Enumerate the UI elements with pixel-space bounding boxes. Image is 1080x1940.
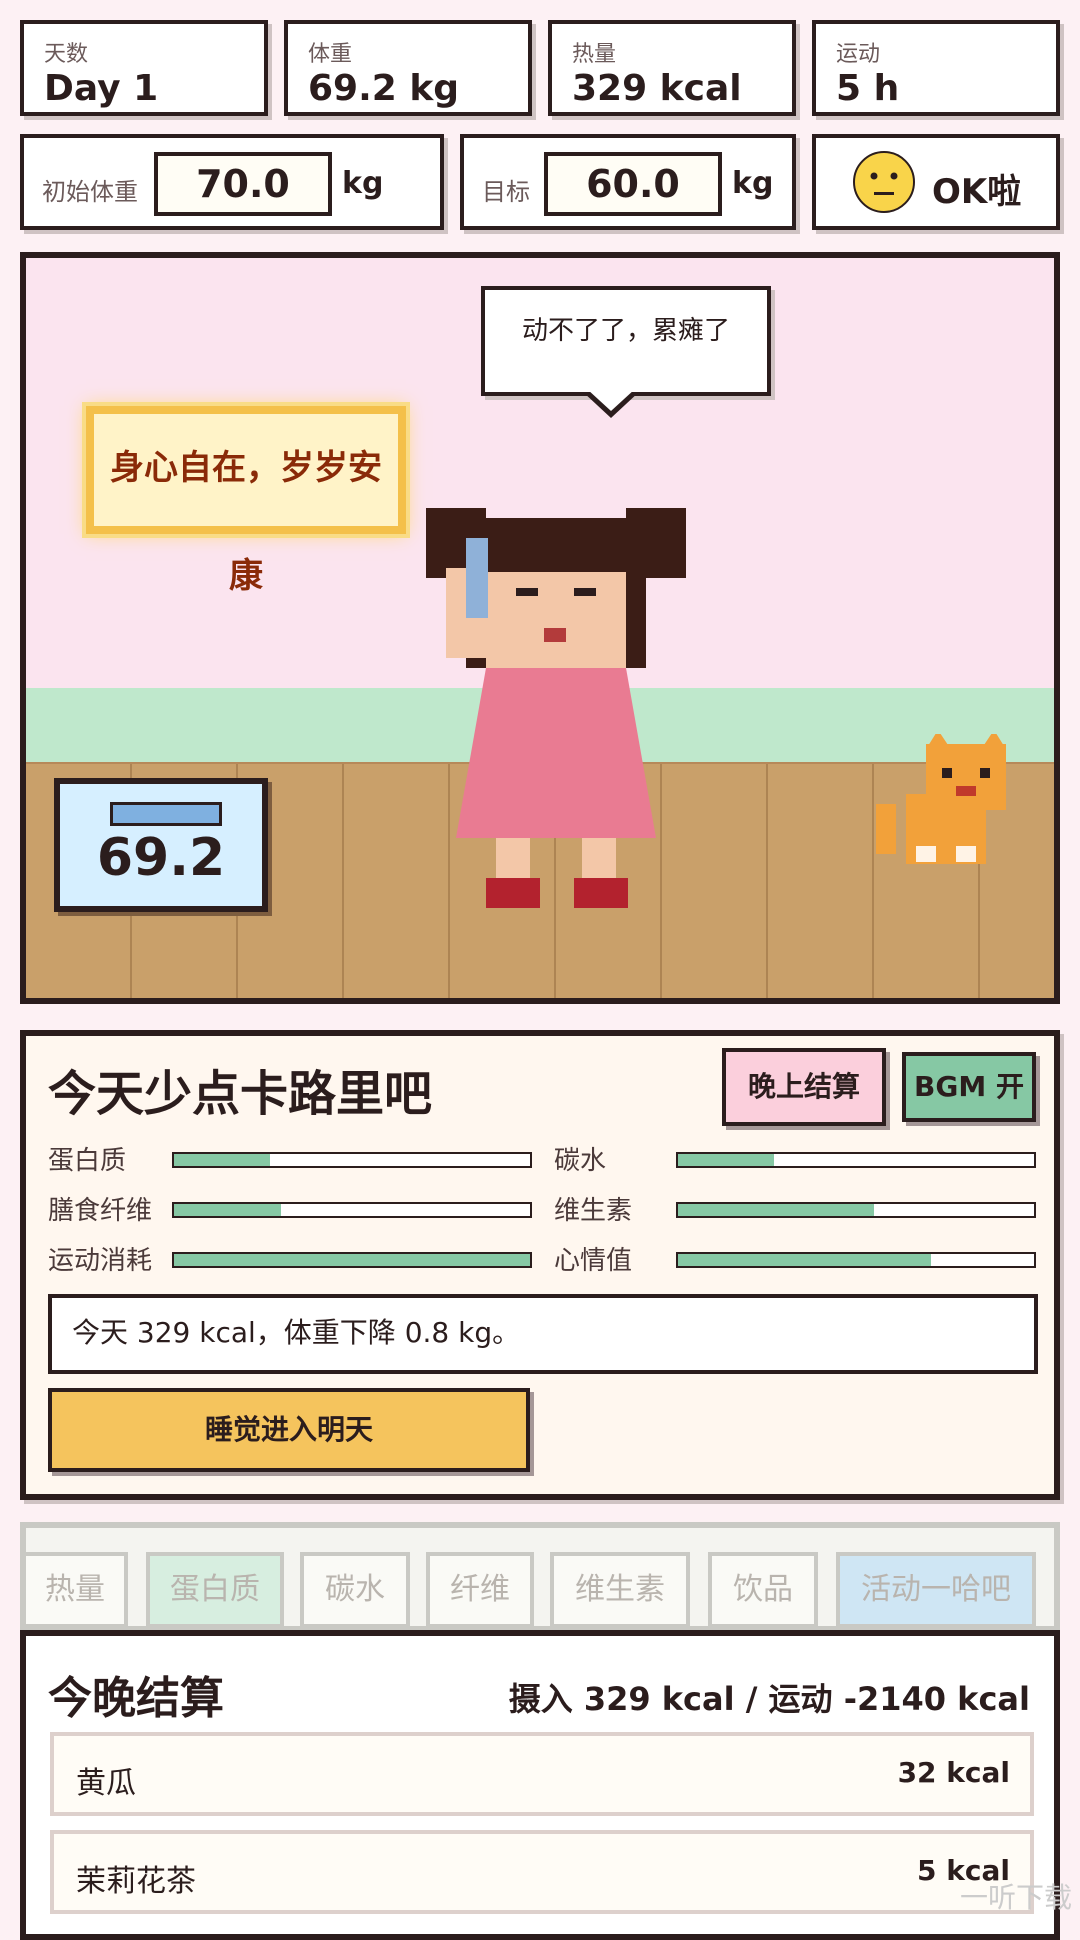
nutrient-fill — [678, 1154, 775, 1166]
neutral-face-icon — [853, 151, 915, 213]
category-tabs: 热量 蛋白质 碳水 纤维 维生素 饮品 活动一哈吧 — [20, 1522, 1060, 1632]
initial-weight-card: 初始体重 70.0 kg — [20, 134, 444, 230]
stat-calories: 热量 329 kcal — [548, 20, 796, 116]
tab-drinks[interactable]: 饮品 — [708, 1552, 818, 1626]
scale-indicator — [110, 802, 222, 826]
cat-character — [876, 734, 1006, 864]
target-weight-label: 目标 — [482, 178, 530, 206]
tonight-summary: 今晚结算 摄入 329 kcal / 运动 -2140 kcal 黄瓜 32 k… — [20, 1630, 1060, 1940]
summary-stat: 摄入 329 kcal / 运动 -2140 kcal — [508, 1680, 1030, 1718]
list-item: 茉莉花茶 5 kcal — [50, 1830, 1034, 1914]
target-weight-card: 目标 60.0 kg — [460, 134, 796, 230]
target-weight-input[interactable]: 60.0 — [544, 152, 722, 216]
mood-button[interactable]: OK啦 — [812, 134, 1060, 230]
stat-label: 天数 — [44, 42, 89, 67]
daily-message: 今天 329 kcal，体重下降 0.8 kg。 — [48, 1294, 1038, 1374]
tab-activity[interactable]: 活动一哈吧 — [836, 1552, 1036, 1626]
tab-protein[interactable]: 蛋白质 — [146, 1552, 284, 1626]
target-weight-unit: kg — [732, 166, 774, 201]
weight-scale: 69.2 — [54, 778, 268, 912]
summary-title: 今晚结算 — [48, 1673, 224, 1724]
settle-button[interactable]: 晚上结算 — [722, 1048, 886, 1126]
status-panel: 今天少点卡路里吧 晚上结算 BGM 开 蛋白质 碳水 膳食纤维 维生素 运动消耗… — [20, 1030, 1060, 1500]
nutrient-fill — [678, 1204, 874, 1216]
sleep-button[interactable]: 睡觉进入明天 — [48, 1388, 530, 1472]
nutrient-bar-carbs — [676, 1152, 1036, 1168]
nutrient-fill — [174, 1204, 281, 1216]
list-item: 黄瓜 32 kcal — [50, 1732, 1034, 1816]
nutrient-fill — [678, 1254, 931, 1266]
item-kcal: 32 kcal — [897, 1756, 1010, 1789]
initial-weight-input[interactable]: 70.0 — [154, 152, 332, 216]
nutrient-label-mood: 心情值 — [554, 1246, 633, 1276]
nutrient-fill — [174, 1154, 271, 1166]
nutrient-bar-fiber — [172, 1202, 532, 1218]
stat-value: 329 kcal — [572, 68, 742, 109]
nutrient-label-carbs: 碳水 — [554, 1146, 607, 1176]
nutrient-label-fiber: 膳食纤维 — [48, 1196, 153, 1226]
item-name: 茉莉花茶 — [76, 1864, 196, 1899]
bgm-toggle-button[interactable]: BGM 开 — [902, 1052, 1036, 1122]
nutrient-bar-mood — [676, 1252, 1036, 1268]
stat-day: 天数 Day 1 — [20, 20, 268, 116]
tab-vitamin[interactable]: 维生素 — [550, 1552, 690, 1626]
nutrient-bar-protein — [172, 1152, 532, 1168]
blessing-plaque: 身心自在，岁岁安康 — [86, 406, 406, 596]
girl-character — [426, 508, 686, 908]
stat-value: Day 1 — [44, 68, 159, 109]
tab-carbs[interactable]: 碳水 — [300, 1552, 410, 1626]
initial-weight-label: 初始体重 — [42, 178, 138, 206]
nutrient-bar-vitamin — [676, 1202, 1036, 1218]
nutrient-label-vitamin: 维生素 — [554, 1196, 633, 1226]
stat-weight: 体重 69.2 kg — [284, 20, 532, 116]
stat-value: 69.2 kg — [308, 68, 460, 109]
initial-weight-unit: kg — [342, 166, 384, 201]
scale-value: 69.2 — [96, 828, 226, 888]
watermark: 一听下载 — [959, 1881, 1072, 1914]
nutrient-bar-exercise — [172, 1252, 532, 1268]
stat-label: 运动 — [836, 42, 881, 67]
mood-label: OK啦 — [932, 172, 1022, 212]
nutrient-label-exercise: 运动消耗 — [48, 1246, 153, 1276]
item-name: 黄瓜 — [76, 1766, 136, 1801]
tab-calories[interactable]: 热量 — [26, 1552, 128, 1626]
panel-title: 今天少点卡路里吧 — [48, 1066, 433, 1122]
nutrient-label-protein: 蛋白质 — [48, 1146, 127, 1176]
stat-label: 热量 — [572, 42, 617, 67]
stat-label: 体重 — [308, 42, 353, 67]
nutrient-fill — [174, 1254, 530, 1266]
game-scene: 身心自在，岁岁安康 动不了了，累瘫了 69.2 — [20, 252, 1060, 1004]
speech-bubble: 动不了了，累瘫了 — [481, 286, 771, 418]
stat-value: 5 h — [836, 68, 900, 109]
stat-exercise: 运动 5 h — [812, 20, 1060, 116]
tab-fiber[interactable]: 纤维 — [426, 1552, 534, 1626]
